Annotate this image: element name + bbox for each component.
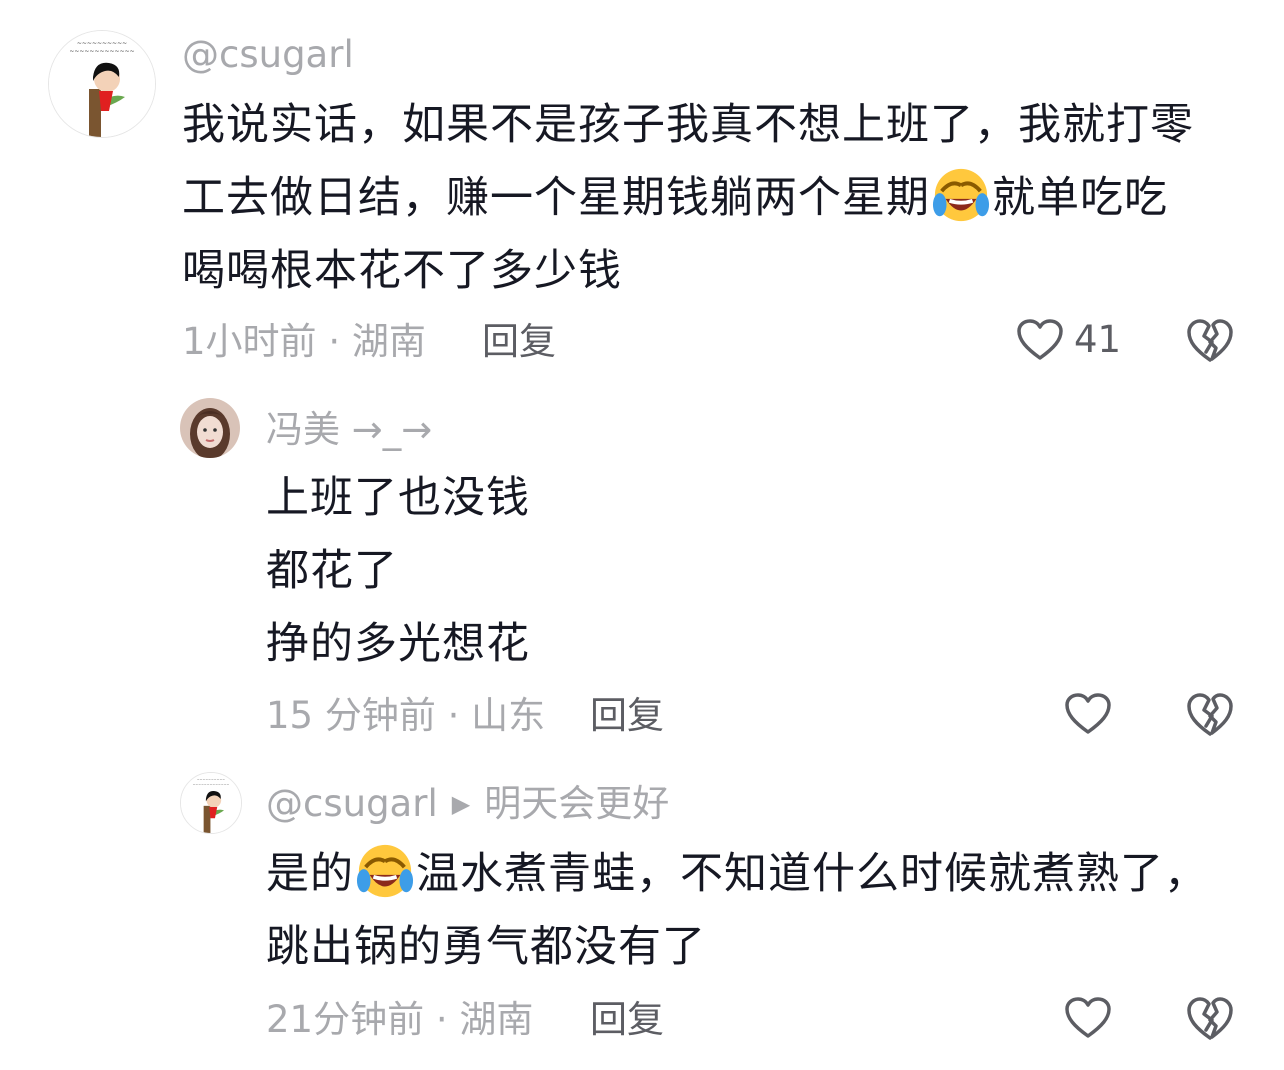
svg-text:~~~~~~~~~~~~~: ~~~~~~~~~~~~~ — [69, 48, 134, 55]
reply-comment-1: 冯美 →_→ 上班了也没钱 都花了 挣的多光想花 15 分钟前 · 山东 回复 — [0, 390, 1284, 750]
comment-text: 上班了也没钱 都花了 挣的多光想花 — [266, 462, 1256, 681]
reply-comment-2: ~~~~~~~~~~ ~~~~~~~~~~~~~ @csugarl ▶ 明天会更好 … — [0, 760, 1284, 1070]
avatar[interactable]: ~~~~~~~~~~ ~~~~~~~~~~~~~ — [180, 772, 242, 834]
comment-username-row: @csugarl ▶ 明天会更好 — [266, 782, 669, 826]
comment-location: 湖南 — [351, 320, 426, 363]
comment-username[interactable]: 冯美 →_→ — [266, 408, 432, 452]
comment-username[interactable]: @csugarl — [182, 33, 354, 77]
like-button[interactable] — [1064, 996, 1112, 1040]
avatar-cartoon-icon: ~~~~~~~~~~ ~~~~~~~~~~~~~ — [181, 773, 241, 833]
heart-outline-icon — [1065, 693, 1111, 734]
reply-button[interactable]: 回复 — [482, 320, 556, 364]
broken-heart-icon — [1187, 319, 1233, 362]
svg-text:~~~~~~~~~~~~~: ~~~~~~~~~~~~~ — [193, 782, 230, 786]
comment-time: 15 分钟前 — [266, 694, 436, 737]
comment-location: 湖南 — [459, 998, 534, 1041]
comment-meta: 1小时前 · 湖南 — [182, 320, 426, 364]
reply-button[interactable]: 回复 — [590, 694, 664, 738]
reply-button[interactable]: 回复 — [590, 998, 664, 1042]
comment-line: 喝喝根本花不了多少钱 — [182, 246, 622, 296]
comment-time: 21分钟前 — [266, 998, 425, 1041]
like-count: 41 — [1074, 318, 1122, 361]
comment-1: ~~~~~~~~~~ ~~~~~~~~~~~~~ @csugarl 我说实话，如… — [0, 0, 1284, 390]
svg-text:~~~~~~~~~~: ~~~~~~~~~~ — [77, 40, 127, 47]
comment-meta: 15 分钟前 · 山东 — [266, 694, 545, 738]
comment-time: 1小时前 — [182, 320, 317, 363]
comment-meta: 21分钟前 · 湖南 — [266, 998, 533, 1042]
comment-line: 挣的多光想花 — [266, 619, 530, 669]
comment-text: 我说实话，如果不是孩子我真不想上班了，我就打零 工去做日结，赚一个星期钱躺两个星… — [182, 89, 1262, 308]
reply-arrow-icon: ▶ — [451, 790, 471, 818]
avatar[interactable]: ~~~~~~~~~~ ~~~~~~~~~~~~~ — [48, 30, 156, 138]
laughing-crying-emoji-icon — [356, 844, 414, 898]
heart-outline-icon — [1017, 319, 1063, 360]
broken-heart-icon — [1187, 693, 1233, 736]
comment-line: 是的 温水煮青蛙，不知道什么时候就煮熟了， — [266, 838, 1256, 911]
meta-separator: · — [447, 694, 460, 737]
comment-location: 山东 — [471, 694, 546, 737]
dislike-button[interactable] — [1186, 996, 1234, 1042]
broken-heart-icon — [1187, 997, 1233, 1040]
svg-text:~~~~~~~~~~: ~~~~~~~~~~ — [197, 778, 225, 782]
comment-line: 跳出锅的勇气都没有了 — [266, 922, 706, 972]
comment-line: 工去做日结，赚一个星期钱躺两个星期 就单吃吃 — [182, 162, 1262, 235]
comment-line: 我说实话，如果不是孩子我真不想上班了，我就打零 — [182, 100, 1194, 150]
comment-line: 上班了也没钱 — [266, 473, 530, 523]
like-button[interactable]: 41 — [1016, 318, 1121, 362]
dislike-button[interactable] — [1186, 692, 1234, 738]
avatar[interactable] — [180, 398, 240, 458]
avatar-photo-icon — [180, 398, 240, 458]
meta-separator: · — [435, 998, 448, 1041]
reply-to-username[interactable]: 明天会更好 — [484, 782, 669, 825]
comment-line: 都花了 — [266, 546, 398, 596]
avatar-cartoon-icon: ~~~~~~~~~~ ~~~~~~~~~~~~~ — [49, 31, 155, 137]
laughing-crying-emoji-icon — [932, 168, 990, 222]
comment-text: 是的 温水煮青蛙，不知道什么时候就煮熟了， 跳出锅的勇气都没有了 — [266, 838, 1256, 984]
dislike-button[interactable] — [1186, 318, 1234, 364]
heart-outline-icon — [1065, 997, 1111, 1038]
comment-username[interactable]: @csugarl — [266, 782, 438, 825]
like-button[interactable] — [1064, 692, 1112, 736]
meta-separator: · — [328, 320, 341, 363]
